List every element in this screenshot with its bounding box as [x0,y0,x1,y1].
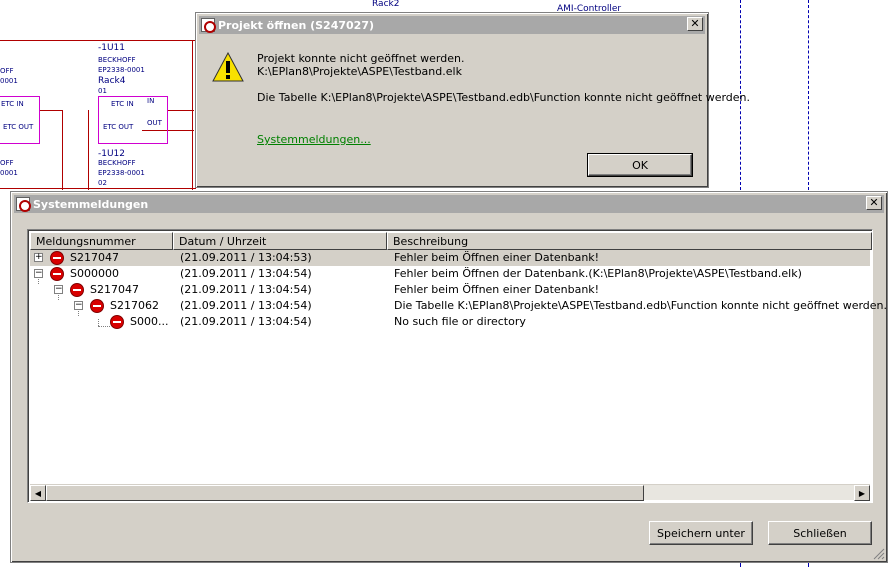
table-row[interactable]: S000... (21.09.2011 / 13:04:54) No such … [30,314,870,330]
warning-icon [212,52,244,82]
message-datetime: (21.09.2011 / 13:04:53) [180,251,312,264]
device-box-left: ETC IN ETC OUT [0,96,40,144]
error-icon [70,283,84,297]
scroll-left-icon[interactable]: ◀ [30,485,46,501]
horizontal-scrollbar[interactable]: ◀ ▶ [30,484,870,501]
message-number: S000000 [70,267,119,280]
column-header-number[interactable]: Meldungsnummer [30,232,173,250]
dialog-title: Systemmeldungen [33,197,149,211]
message-number: S217062 [110,299,159,312]
eplan-app-icon [201,18,216,33]
device-pos: 02 [98,179,107,187]
message-description: Die Tabelle K:\EPlan8\Projekte\ASPE\Test… [394,299,888,312]
expand-icon[interactable]: + [34,253,43,262]
list-header: Meldungsnummer Datum / Uhrzeit Beschreib… [30,232,872,250]
message-datetime: (21.09.2011 / 13:04:54) [180,315,312,328]
column-header-description[interactable]: Beschreibung [387,232,872,250]
collapse-icon[interactable]: − [34,269,43,278]
message-number: S217047 [90,283,139,296]
collapse-icon[interactable]: − [74,301,83,310]
error-icon [110,315,124,329]
project-open-dialog: Projekt öffnen (S247027) ✕ Projekt konnt… [195,12,750,188]
table-row[interactable]: − S217047 (21.09.2011 / 13:04:54) Fehler… [30,282,870,298]
message-description: No such file or directory [394,315,526,328]
scrollbar-thumb[interactable] [46,485,644,501]
error-message-detail: Die Tabelle K:\EPlan8\Projekte\ASPE\Test… [257,91,751,104]
table-row[interactable]: − S217062 (21.09.2011 / 13:04:54) Die Ta… [30,298,887,314]
message-number: S217047 [70,251,119,264]
message-datetime: (21.09.2011 / 13:04:54) [180,267,312,280]
device-maker: BECKHOFF [98,159,136,167]
column-header-datetime[interactable]: Datum / Uhrzeit [173,232,387,250]
device-pos: 01 [98,87,107,95]
resize-grip-icon[interactable] [873,548,885,560]
collapse-icon[interactable]: − [54,285,63,294]
message-datetime: (21.09.2011 / 13:04:54) [180,283,312,296]
device-rack: Rack4 [98,76,126,86]
system-messages-dialog: Systemmeldungen ✕ Meldungsnummer Datum /… [10,191,888,563]
system-messages-link[interactable]: Systemmeldungen... [257,133,371,146]
device-tag-u12: -1U12 [98,149,126,159]
error-icon [50,251,64,265]
device-box-u11: ETC IN IN ETC OUT OUT [98,96,168,144]
ok-button[interactable]: OK [587,153,693,177]
table-row[interactable]: − S000000 (21.09.2011 / 13:04:54) Fehler… [30,266,870,282]
dialog-titlebar[interactable]: Systemmeldungen ✕ [14,195,884,213]
error-icon [90,299,104,313]
message-description: Fehler beim Öffnen einer Datenbank! [394,251,600,264]
messages-list[interactable]: Meldungsnummer Datum / Uhrzeit Beschreib… [27,229,887,503]
device-part: EP2338-0001 [98,169,145,177]
table-row[interactable]: + S217047 (21.09.2011 / 13:04:53) Fehler… [30,250,870,266]
close-dialog-button[interactable]: Schließen [768,521,872,545]
error-message-line1: Projekt konnte nicht geöffnet werden. [257,52,465,65]
save-as-button[interactable]: Speichern unter [649,521,753,545]
error-icon [50,267,64,281]
dialog-title: Projekt öffnen (S247027) [218,18,374,32]
dialog-titlebar[interactable]: Projekt öffnen (S247027) ✕ [199,16,705,34]
close-button[interactable]: ✕ [866,196,882,210]
scroll-right-icon[interactable]: ▶ [854,485,870,501]
close-button[interactable]: ✕ [687,17,703,31]
message-description: Fehler beim Öffnen der Datenbank.(K:\EPl… [394,267,802,280]
device-tag-u11: -1U11 [98,43,126,53]
device-part: EP2338-0001 [98,66,145,74]
device-maker: BECKHOFF [98,56,136,64]
eplan-app-icon [16,197,31,212]
message-number: S000... [130,315,169,328]
message-datetime: (21.09.2011 / 13:04:54) [180,299,312,312]
schematic-label: Rack2 [372,0,400,9]
error-message-path: K:\EPlan8\Projekte\ASPE\Testband.elk [257,65,462,78]
message-description: Fehler beim Öffnen einer Datenbank! [394,283,600,296]
